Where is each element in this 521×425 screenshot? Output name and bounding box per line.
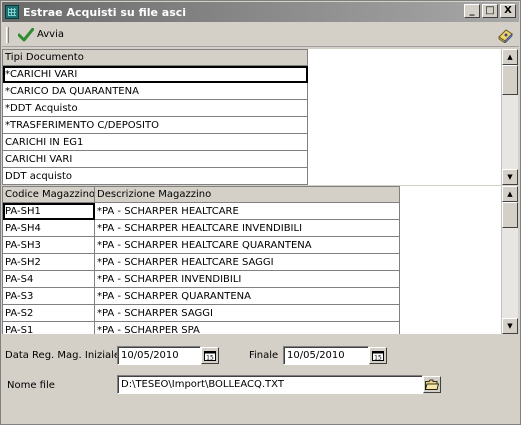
warehouse-description-cell[interactable]: *PA - SCHARPER HEALTCARE QUARANTENA <box>94 236 400 254</box>
warehouse-description-cell[interactable]: *PA - SCHARPER HEALTCARE SAGGI <box>94 253 400 271</box>
checkmark-icon <box>18 27 34 41</box>
table-row[interactable]: PA-S4 *PA - SCHARPER INVENDIBILI <box>2 270 400 288</box>
table-row[interactable]: *CARICO DA QUARANTENA <box>2 82 308 100</box>
document-type-cell[interactable]: *DDT Acquisto <box>2 99 308 117</box>
warehouse-description-cell[interactable]: *PA - SCHARPER QUARANTENA <box>94 287 400 305</box>
end-date-label: Finale <box>249 350 279 361</box>
calendar-icon[interactable]: 15 <box>369 347 387 364</box>
app-window: Estrae Acquisti su file asci _ □ X Avvia… <box>0 0 521 425</box>
documents-grid: Tipi Documento *CARICHI VARI *CARICO DA … <box>2 49 308 185</box>
scroll-down-icon[interactable]: ▼ <box>502 318 518 334</box>
warehouse-description-cell[interactable]: *PA - SCHARPER HEALTCARE <box>94 202 400 220</box>
warehouse-grid-area: Codice Magazzino Descrizione Magazzino P… <box>2 186 503 334</box>
svg-text:15: 15 <box>206 355 214 362</box>
maximize-button[interactable]: □ <box>482 4 498 18</box>
run-button-label: Avvia <box>37 29 64 40</box>
table-row[interactable]: PA-S2 *PA - SCHARPER SAGGI <box>2 304 400 322</box>
warehouse-code-cell[interactable]: PA-SH1 <box>2 202 95 220</box>
warehouse-code-cell[interactable]: PA-SH2 <box>2 253 95 271</box>
table-row[interactable]: *CARICHI VARI <box>2 65 308 83</box>
warehouse-grid: Codice Magazzino Descrizione Magazzino P… <box>2 186 400 334</box>
document-type-cell[interactable]: *CARICO DA QUARANTENA <box>2 82 308 100</box>
table-row[interactable]: CARICHI VARI <box>2 150 308 168</box>
calendar-icon[interactable]: 15 <box>201 347 219 364</box>
toolbar: Avvia <box>2 23 519 47</box>
run-button[interactable]: Avvia <box>14 25 68 45</box>
scroll-up-icon[interactable]: ▲ <box>502 186 518 202</box>
documents-grid-area: Tipi Documento *CARICHI VARI *CARICO DA … <box>2 49 503 185</box>
warehouse-code-cell[interactable]: PA-SH3 <box>2 236 95 254</box>
warehouse-code-cell[interactable]: PA-S2 <box>2 304 95 322</box>
table-row[interactable]: PA-SH2 *PA - SCHARPER HEALTCARE SAGGI <box>2 253 400 271</box>
calendar-glyph-icon: 15 <box>372 351 384 362</box>
scroll-thumb[interactable] <box>502 202 518 228</box>
folder-open-icon[interactable] <box>423 376 441 393</box>
calendar-glyph-icon: 15 <box>204 351 216 362</box>
document-type-cell[interactable]: CARICHI IN EG1 <box>2 133 308 151</box>
scroll-down-icon[interactable]: ▼ <box>502 169 518 185</box>
document-type-cell[interactable]: *CARICHI VARI <box>2 65 308 83</box>
warehouse-description-cell[interactable]: *PA - SCHARPER SPA <box>94 321 400 334</box>
file-name-field[interactable]: D:\TESEO\Import\BOLLEACQ.TXT <box>117 375 423 394</box>
document-type-cell[interactable]: DDT acquisto <box>2 167 308 185</box>
warehouse-code-cell[interactable]: PA-S3 <box>2 287 95 305</box>
table-row[interactable]: PA-SH1 *PA - SCHARPER HEALTCARE <box>2 202 400 220</box>
scroll-thumb[interactable] <box>502 65 518 95</box>
title-bar: Estrae Acquisti su file asci _ □ X <box>2 2 519 22</box>
end-date-field[interactable]: 10/05/2010 <box>283 346 369 365</box>
document-type-cell[interactable]: CARICHI VARI <box>2 150 308 168</box>
file-name-label: Nome file <box>7 380 55 391</box>
documents-scrollbar[interactable]: ▲ ▼ <box>501 49 518 185</box>
folder-glyph-icon <box>425 379 439 390</box>
table-row[interactable]: *TRASFERIMENTO C/DEPOSITO <box>2 116 308 134</box>
table-row[interactable]: CARICHI IN EG1 <box>2 133 308 151</box>
table-row[interactable]: PA-SH4 *PA - SCHARPER HEALTCARE INVENDIBI… <box>2 219 400 237</box>
window-title: Estrae Acquisti su file asci <box>23 5 187 19</box>
documents-column-header[interactable]: Tipi Documento <box>2 49 308 66</box>
scroll-up-icon[interactable]: ▲ <box>502 49 518 65</box>
warehouse-description-cell[interactable]: *PA - SCHARPER INVENDIBILI <box>94 270 400 288</box>
svg-text:15: 15 <box>374 355 382 362</box>
warehouse-code-cell[interactable]: PA-S4 <box>2 270 95 288</box>
warehouse-description-cell[interactable]: *PA - SCHARPER HEALTCARE INVENDIBILI <box>94 219 400 237</box>
warehouse-scrollbar[interactable]: ▲ ▼ <box>501 186 518 334</box>
minimize-button[interactable]: _ <box>464 4 480 18</box>
table-row[interactable]: *DDT Acquisto <box>2 99 308 117</box>
warehouse-code-header[interactable]: Codice Magazzino <box>2 186 95 203</box>
table-row[interactable]: DDT acquisto <box>2 167 308 185</box>
start-date-field[interactable]: 10/05/2010 <box>117 346 201 365</box>
warehouse-description-cell[interactable]: *PA - SCHARPER SAGGI <box>94 304 400 322</box>
table-row[interactable]: PA-S1 *PA - SCHARPER SPA <box>2 321 400 334</box>
help-book-icon[interactable] <box>497 26 514 43</box>
table-row[interactable]: PA-SH3 *PA - SCHARPER HEALTCARE QUARANTEN… <box>2 236 400 254</box>
warehouse-description-header[interactable]: Descrizione Magazzino <box>94 186 400 203</box>
warehouse-code-cell[interactable]: PA-S1 <box>2 321 95 334</box>
close-button[interactable]: X <box>500 4 516 18</box>
table-row[interactable]: PA-S3 *PA - SCHARPER QUARANTENA <box>2 287 400 305</box>
document-type-cell[interactable]: *TRASFERIMENTO C/DEPOSITO <box>2 116 308 134</box>
toolbar-grip[interactable] <box>6 26 9 43</box>
start-date-label: Data Reg. Mag. Iniziale <box>5 350 121 361</box>
warehouse-code-cell[interactable]: PA-SH4 <box>2 219 95 237</box>
window-controls: _ □ X <box>464 4 516 18</box>
app-icon <box>5 5 19 19</box>
